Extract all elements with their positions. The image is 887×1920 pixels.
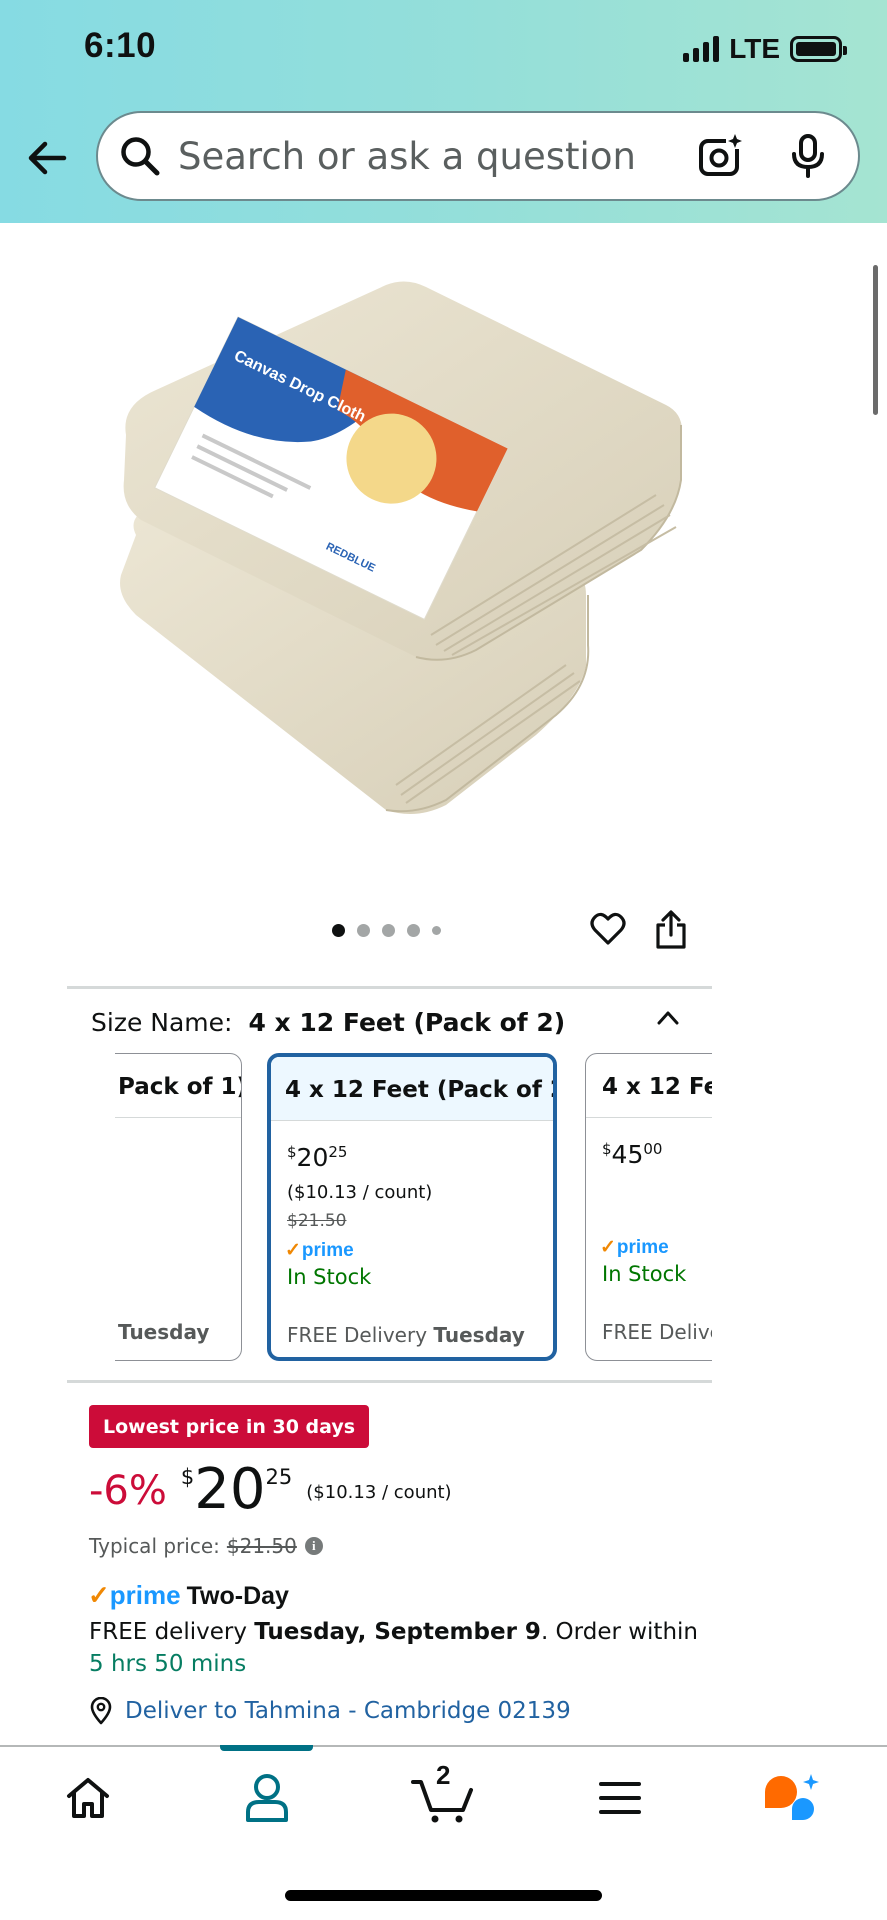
home-indicator (285, 1890, 602, 1901)
prime-badge: ✓prime (600, 1237, 669, 1258)
status-indicators: LTE (683, 33, 847, 65)
carousel-dot[interactable] (332, 924, 345, 937)
order-countdown: 5 hrs 50 mins (89, 1651, 247, 1677)
search-input[interactable] (178, 134, 698, 178)
camera-icon[interactable] (698, 133, 744, 179)
info-icon[interactable]: i (304, 1537, 323, 1555)
rufus-ai-icon (765, 1774, 819, 1820)
divider (67, 1380, 712, 1383)
nav-account[interactable] (237, 1770, 297, 1826)
cart-count: 2 (436, 1760, 451, 1790)
typical-price-row: Typical price: $21.50 i (89, 1534, 323, 1558)
prime-logo: prime (109, 1580, 181, 1610)
stock-status: In Stock (602, 1262, 687, 1286)
size-selector-header: Size Name: 4 x 12 Feet (Pack of 2) (91, 1008, 565, 1037)
nav-rufus[interactable] (762, 1770, 822, 1826)
divider (67, 986, 712, 989)
menu-icon (599, 1782, 641, 1814)
network-label: LTE (729, 33, 780, 64)
carousel-dot[interactable] (357, 924, 370, 937)
nav-home[interactable] (58, 1770, 118, 1826)
deliver-to-link[interactable]: Deliver to Tahmina - Cambridge 02139 (89, 1697, 571, 1725)
size-option-price: $4500 (602, 1140, 663, 1169)
size-option-price: $2025 (287, 1143, 348, 1172)
image-carousel-dots[interactable] (332, 924, 441, 937)
product-image[interactable]: Canvas Drop Cloth REDBLUE (96, 265, 716, 835)
deliver-to-text: Deliver to Tahmina - Cambridge 02139 (125, 1698, 571, 1724)
current-price: $ 20 25 (180, 1457, 293, 1522)
delivery-estimate: FREE delivery Tuesday, September 9. Orde… (89, 1619, 698, 1677)
size-label: Size Name: (91, 1008, 233, 1037)
nav-menu[interactable] (590, 1770, 650, 1826)
account-icon (246, 1774, 288, 1822)
size-options-carousel[interactable]: Pack of 1) Tuesday 4 x 12 Feet (Pack of … (115, 1050, 712, 1364)
stock-status: In Stock (287, 1265, 372, 1289)
shipping-speed: Two-Day (186, 1582, 289, 1610)
signal-icon (683, 36, 720, 62)
battery-icon (790, 36, 847, 62)
page-scrollbar[interactable] (873, 265, 878, 415)
typical-price-value: $21.50 (226, 1534, 297, 1558)
discount-percent: -6% (89, 1468, 167, 1514)
size-option-unit-price: ($10.13 / count) (287, 1182, 433, 1203)
size-option-tile[interactable]: 4 x 12 Feet $4500 ✓prime In Stock FREE D… (585, 1053, 712, 1361)
location-pin-icon (90, 1697, 112, 1725)
home-icon (67, 1778, 109, 1818)
carousel-dot[interactable] (407, 924, 420, 937)
size-option-tile-selected[interactable]: 4 x 12 Feet (Pack of 2) $2025 ($10.13 / … (267, 1053, 557, 1361)
size-option-title: 4 x 12 Feet (Pack of 2) (271, 1057, 553, 1121)
carousel-dot[interactable] (432, 926, 441, 935)
prime-badge: ✓prime (285, 1240, 354, 1261)
microphone-icon[interactable] (788, 133, 828, 179)
prime-two-day: ✓ prime Two-Day (88, 1580, 289, 1611)
size-option-tile[interactable]: Pack of 1) Tuesday (115, 1053, 242, 1361)
delivery-date: Tuesday, September 9 (254, 1619, 541, 1645)
carousel-dot[interactable] (382, 924, 395, 937)
size-option-delivery: FREE Delivery Tuesday (287, 1323, 525, 1347)
heart-icon[interactable] (590, 912, 626, 946)
size-option-title: 4 x 12 Feet (586, 1054, 712, 1118)
status-time: 6:10 (84, 26, 157, 65)
share-icon[interactable] (654, 910, 688, 950)
size-option-list-price: $21.50 (287, 1211, 347, 1231)
search-bar[interactable] (96, 111, 860, 201)
back-arrow-icon[interactable] (24, 135, 70, 181)
typical-price-label: Typical price: (89, 1534, 220, 1558)
prime-check-icon: ✓ (88, 1580, 110, 1610)
size-option-title: Pack of 1) (115, 1054, 241, 1118)
deal-badge: Lowest price in 30 days (89, 1405, 370, 1448)
nav-active-indicator (220, 1745, 313, 1751)
size-selected-value: 4 x 12 Feet (Pack of 2) (248, 1008, 566, 1037)
price-block: -6% $ 20 25 ($10.13 / count) (89, 1462, 452, 1518)
size-option-delivery-day: Tuesday (118, 1320, 210, 1344)
app-header: 6:10 LTE (0, 0, 887, 223)
unit-price: ($10.13 / count) (306, 1482, 452, 1503)
size-option-delivery: FREE Delivery (602, 1320, 712, 1344)
chevron-up-icon[interactable] (656, 1008, 680, 1028)
search-icon (121, 137, 160, 176)
